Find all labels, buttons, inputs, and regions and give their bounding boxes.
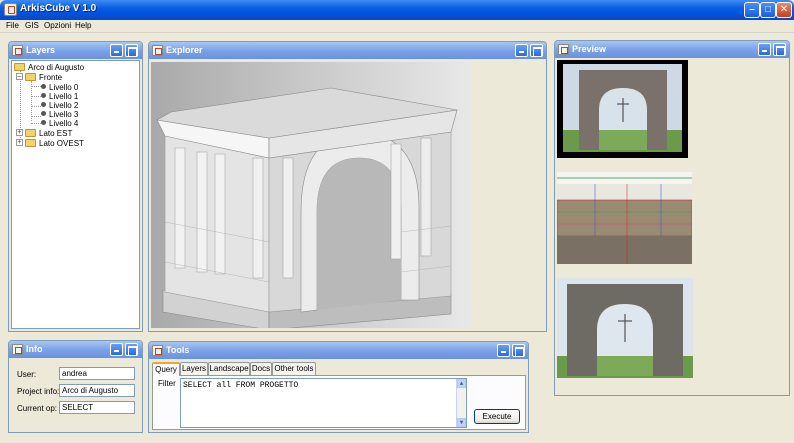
tools-title: Tools	[166, 345, 190, 355]
leaf-icon	[41, 84, 46, 90]
tools-tabbed-pane: Query Layers Landscape Docs Other tools …	[152, 362, 526, 430]
info-titlebar[interactable]: Info	[9, 341, 142, 358]
menu-bar: File GIS Opzioni Help	[0, 20, 794, 33]
folder-icon	[25, 138, 36, 147]
query-textarea[interactable]: SELECT all FROM PROGETTO ▲ ▼	[180, 378, 467, 428]
tools-titlebar[interactable]: Tools	[149, 342, 528, 359]
survey-drawing-image	[557, 172, 692, 264]
tree-item-label: Lato OVEST	[39, 139, 84, 148]
3d-view-canvas[interactable]	[151, 62, 471, 328]
menu-file[interactable]: File	[6, 21, 19, 30]
tree-item-livello-4[interactable]: Livello 4	[41, 119, 78, 129]
query-text: SELECT all FROM PROGETTO	[183, 381, 299, 390]
preview-thumbnail-photo-2[interactable]	[557, 278, 693, 378]
folder-open-icon	[14, 62, 25, 71]
scroll-up-icon[interactable]: ▲	[457, 379, 466, 388]
app-title: ArkisCube V 1.0	[20, 3, 97, 14]
tab-query[interactable]: Query	[152, 362, 180, 376]
user-label: User:	[17, 370, 37, 379]
tab-other-tools[interactable]: Other tools	[272, 362, 316, 375]
explorer-title: Explorer	[166, 45, 203, 55]
project-info-field[interactable]: Arco di Augusto	[59, 384, 135, 397]
minimize-icon[interactable]	[110, 44, 123, 57]
query-tab-panel: Filter SELECT all FROM PROGETTO ▲ ▼ Exec…	[152, 375, 526, 430]
frame-icon	[152, 345, 163, 356]
window-titlebar[interactable]: ArkisCube V 1.0 – □ ✕	[0, 0, 794, 20]
tab-layers[interactable]: Layers	[180, 362, 208, 375]
close-icon[interactable]: ✕	[776, 2, 792, 18]
current-op-label: Current op:	[17, 404, 58, 413]
arch-photo-image	[557, 278, 693, 378]
frame-icon	[558, 44, 569, 55]
info-panel: Info User: andrea Project info: Arco di …	[8, 340, 143, 433]
preview-thumbnail-photo[interactable]	[557, 60, 688, 158]
menu-gis[interactable]: GIS	[25, 21, 39, 30]
scroll-down-icon[interactable]: ▼	[457, 418, 466, 427]
tree-item-label: Livello 3	[49, 110, 79, 119]
leaf-icon	[41, 93, 46, 99]
tools-panel: Tools Query Layers Landscape Docs Other …	[148, 341, 529, 433]
tree-item-label: Livello 4	[49, 119, 79, 128]
menu-help[interactable]: Help	[75, 21, 91, 30]
preview-panel: Preview	[554, 40, 790, 396]
leaf-icon	[41, 120, 46, 126]
menu-opzioni[interactable]: Opzioni	[44, 21, 71, 30]
expand-icon[interactable]: +	[16, 129, 23, 137]
tree-item-label: Livello 0	[49, 83, 79, 92]
folder-open-icon	[25, 72, 36, 81]
maximize-icon[interactable]	[125, 44, 138, 57]
layers-titlebar[interactable]: Layers	[9, 42, 142, 59]
minimize-icon[interactable]	[497, 344, 510, 357]
tree-item-label: Livello 1	[49, 92, 79, 101]
preview-thumbnail-survey[interactable]	[557, 172, 692, 264]
collapse-icon[interactable]: –	[16, 73, 23, 81]
expand-icon[interactable]: +	[16, 139, 23, 147]
maximize-icon[interactable]	[125, 343, 138, 356]
explorer-panel: Explorer	[148, 41, 547, 332]
layers-title: Layers	[26, 45, 56, 55]
maximize-icon[interactable]	[512, 344, 525, 357]
query-scrollbar[interactable]: ▲ ▼	[456, 379, 466, 427]
execute-button[interactable]: Execute	[474, 409, 520, 424]
maximize-icon[interactable]	[773, 43, 786, 56]
leaf-icon	[41, 102, 46, 108]
tab-docs[interactable]: Docs	[250, 362, 272, 375]
layers-tree[interactable]: Arco di Augusto – Fronte Livello 0 Livell…	[11, 60, 140, 329]
filter-label: Filter	[158, 379, 176, 388]
preview-titlebar[interactable]: Preview	[555, 41, 789, 58]
minimize-icon[interactable]	[758, 43, 771, 56]
leaf-icon	[41, 111, 46, 117]
tree-root[interactable]: Arco di Augusto	[14, 62, 85, 73]
arch-3d-model	[156, 87, 458, 328]
layers-panel: Layers Arco di Augusto – Fronte Livello 0…	[8, 41, 143, 332]
user-field[interactable]: andrea	[59, 367, 135, 380]
frame-icon	[12, 45, 23, 56]
explorer-titlebar[interactable]: Explorer	[149, 42, 546, 59]
current-op-field[interactable]: SELECT	[59, 401, 135, 414]
minimize-icon[interactable]	[515, 44, 528, 57]
tree-item-label: Livello 2	[49, 101, 79, 110]
tab-landscape[interactable]: Landscape	[208, 362, 250, 375]
preview-title: Preview	[572, 44, 607, 54]
tree-item-lato-est[interactable]: + Lato EST	[16, 128, 73, 139]
frame-icon	[152, 45, 163, 56]
maximize-icon[interactable]: □	[760, 2, 776, 18]
folder-icon	[25, 128, 36, 137]
app-icon	[4, 3, 17, 16]
info-title: Info	[26, 344, 43, 354]
tree-item-lato-ovest[interactable]: + Lato OVEST	[16, 138, 84, 149]
tree-root-label: Arco di Augusto	[28, 63, 85, 72]
tree-item-label: Fronte	[39, 73, 63, 82]
tree-item-label: Lato EST	[39, 129, 73, 138]
tree-item-fronte[interactable]: – Fronte	[16, 72, 63, 83]
project-info-label: Project info:	[17, 387, 60, 396]
arch-photo-image	[563, 64, 682, 152]
minimize-icon[interactable]	[110, 343, 123, 356]
frame-icon	[12, 344, 23, 355]
minimize-icon[interactable]: –	[744, 2, 760, 18]
maximize-icon[interactable]	[530, 44, 543, 57]
